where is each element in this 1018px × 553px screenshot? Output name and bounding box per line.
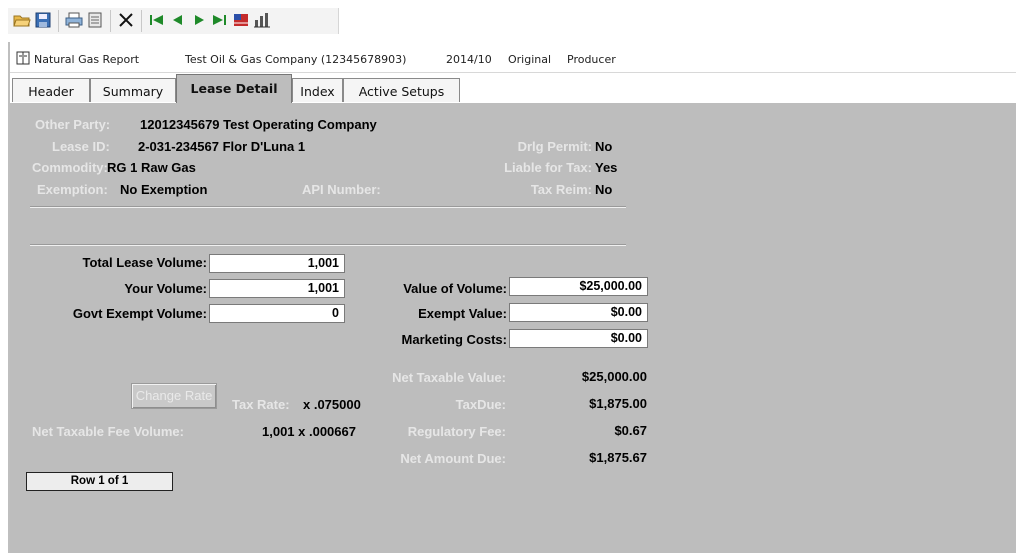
open-folder-icon[interactable]	[13, 11, 31, 29]
section-divider	[30, 244, 626, 246]
lease-id-label: Lease ID:	[52, 139, 110, 154]
tax-due-label: TaxDue:	[455, 397, 506, 412]
previous-record-icon[interactable]	[169, 11, 187, 29]
toolbar	[0, 0, 1018, 36]
tax-rate-label: Tax Rate:	[232, 397, 290, 412]
report-titlebar: Natural Gas Report Test Oil & Gas Compan…	[10, 46, 1016, 73]
liable-for-tax-label: Liable for Tax:	[504, 160, 592, 175]
value-of-volume-field[interactable]: $25,000.00	[509, 277, 648, 296]
print-icon[interactable]	[65, 11, 83, 29]
save-icon[interactable]	[34, 11, 52, 29]
api-number-label: API Number:	[302, 182, 381, 197]
report-period: 2014/10	[446, 53, 492, 66]
value-of-volume-label: Value of Volume:	[403, 281, 507, 296]
toolbar-separator	[58, 10, 59, 32]
row-indicator: Row 1 of 1	[26, 472, 173, 491]
tax-reim-label: Tax Reim:	[530, 182, 592, 197]
report-window-icon	[16, 51, 30, 65]
tax-due-value: $1,875.00	[589, 396, 647, 411]
liable-for-tax-value: Yes	[595, 160, 618, 175]
tab-index[interactable]: Index	[292, 78, 343, 102]
exempt-value-field[interactable]: $0.00	[509, 303, 648, 322]
tab-strip: Header Summary Lease Detail Index Active…	[10, 74, 1016, 104]
commodity-label: Commodity:	[32, 160, 108, 175]
next-record-icon[interactable]	[190, 11, 208, 29]
flag-icon[interactable]	[232, 11, 250, 29]
tab-summary[interactable]: Summary	[90, 78, 176, 102]
report-role: Producer	[567, 53, 616, 66]
drlg-permit-value: No	[595, 139, 613, 154]
toolbar-separator	[141, 10, 142, 32]
report-title: Natural Gas Report	[34, 53, 140, 66]
marketing-costs-label: Marketing Costs:	[401, 332, 507, 347]
chart-icon[interactable]	[253, 11, 271, 29]
regulatory-fee-label: Regulatory Fee:	[407, 424, 506, 439]
tab-header[interactable]: Header	[12, 78, 90, 102]
net-taxable-value-label: Net Taxable Value:	[392, 370, 506, 385]
net-amount-due-label: Net Amount Due:	[400, 451, 506, 466]
net-amount-due-value: $1,875.67	[589, 450, 647, 465]
tab-active-setups[interactable]: Active Setups	[343, 78, 460, 102]
total-lease-volume-field[interactable]: 1,001	[209, 254, 345, 273]
first-record-icon[interactable]	[148, 11, 166, 29]
toolbar-separator	[110, 10, 111, 32]
exemption-value: No Exemption	[120, 182, 208, 197]
net-taxable-value: $25,000.00	[581, 369, 647, 384]
lease-id-value: 2-031-234567 Flor D'Luna 1	[138, 139, 306, 154]
govt-exempt-volume-label: Govt Exempt Volume:	[72, 306, 207, 321]
preview-icon[interactable]	[86, 11, 104, 29]
change-rate-button[interactable]: Change Rate	[131, 383, 217, 409]
marketing-costs-field[interactable]: $0.00	[509, 329, 648, 348]
drlg-permit-label: Drlg Permit:	[517, 139, 592, 154]
exemption-label: Exemption:	[37, 182, 108, 197]
tab-lease-detail[interactable]: Lease Detail	[176, 74, 292, 104]
other-party-value: 12012345679 Test Operating Company	[140, 117, 377, 132]
net-taxable-fee-volume-label: Net Taxable Fee Volume:	[32, 424, 184, 439]
regulatory-fee-value: $0.67	[614, 423, 647, 438]
exempt-value-label: Exempt Value:	[418, 306, 507, 321]
other-party-label: Other Party:	[35, 117, 111, 132]
tax-reim-value: No	[595, 182, 613, 197]
last-record-icon[interactable]	[210, 11, 228, 29]
delete-x-icon[interactable]	[117, 11, 135, 29]
your-volume-field[interactable]: 1,001	[209, 279, 345, 298]
section-divider	[30, 206, 626, 208]
company-name: Test Oil & Gas Company (12345678903)	[185, 53, 407, 66]
govt-exempt-volume-field[interactable]: 0	[209, 304, 345, 323]
total-lease-volume-label: Total Lease Volume:	[82, 255, 208, 270]
your-volume-label: Your Volume:	[124, 281, 207, 296]
commodity-value: RG 1 Raw Gas	[107, 160, 196, 175]
report-status: Original	[508, 53, 552, 66]
